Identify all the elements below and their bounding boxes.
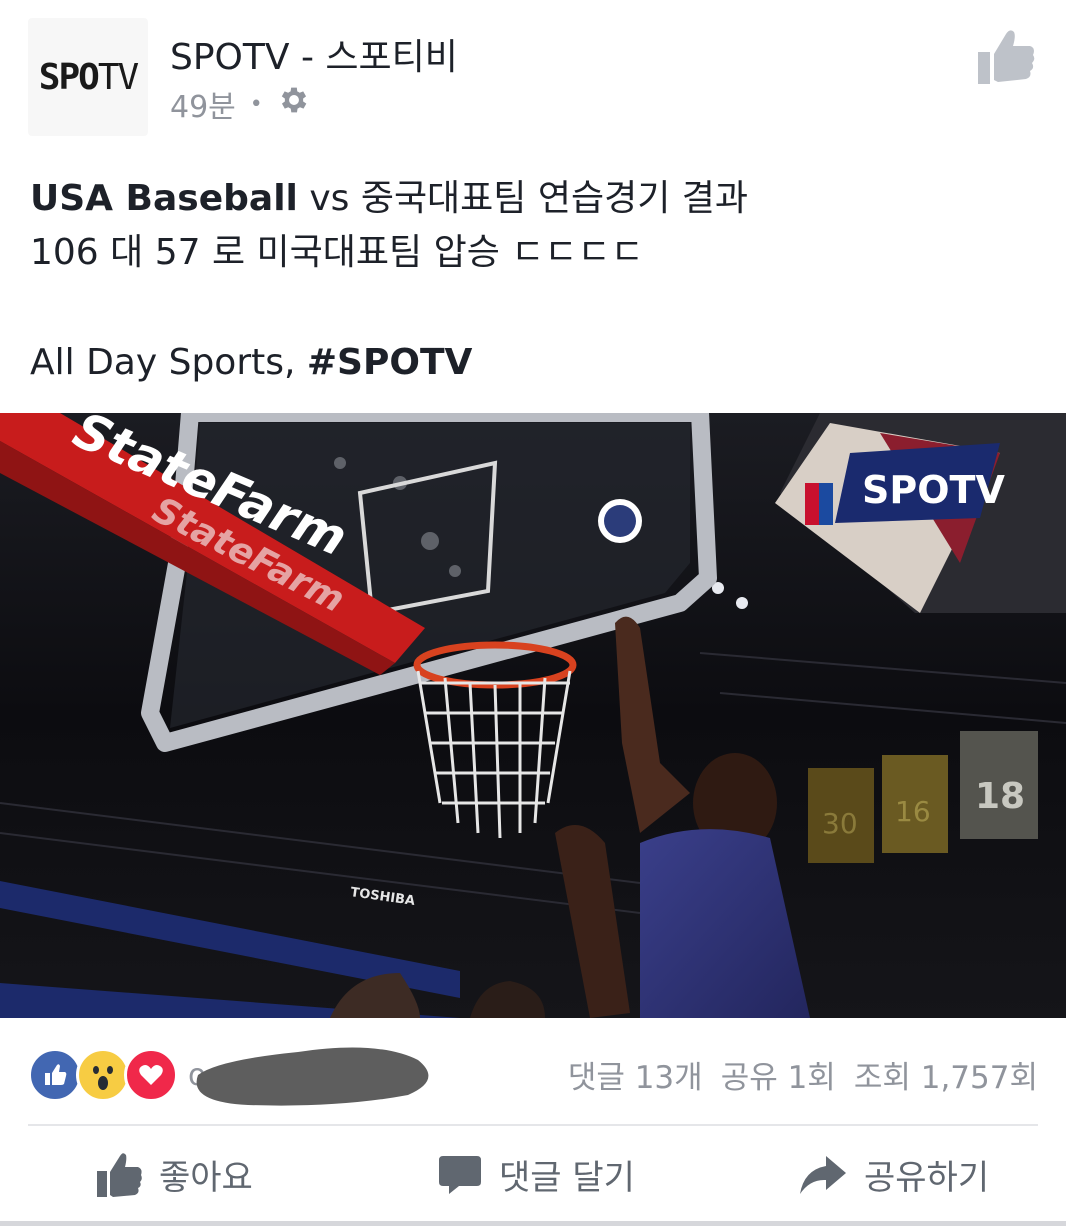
like-page-icon[interactable]: [976, 26, 1036, 88]
comment-count[interactable]: 댓글 13개: [568, 1052, 703, 1097]
comment-label: 댓글 달기: [499, 1158, 635, 1198]
jersey-number: 18: [975, 776, 1025, 817]
wow-reaction-icon: [76, 1048, 130, 1102]
engagement-counts[interactable]: 댓글 13개 공유 1회 조회 1,757회: [568, 1052, 1038, 1097]
post-tagline: All Day Sports,: [30, 342, 307, 383]
page-name-link[interactable]: SPOTV - 스포티비: [170, 28, 458, 80]
post-line-3: All Day Sports, #SPOTV: [30, 336, 1030, 390]
post-title-bold: USA Baseball: [30, 178, 298, 219]
share-count[interactable]: 공유 1회: [721, 1052, 836, 1097]
post-meta: 49분 •: [170, 82, 311, 126]
hashtag-link[interactable]: #SPOTV: [307, 342, 473, 383]
action-bar: 좋아요 댓글 달기 공유하기: [0, 1130, 1066, 1220]
avatar-logo: SPOTV: [38, 56, 139, 98]
post-title-rest: vs 중국대표팀 연습경기 결과: [297, 178, 749, 219]
thumbs-up-icon: [97, 1152, 142, 1197]
page-avatar[interactable]: SPOTV: [28, 18, 148, 136]
post-header: SPOTV SPOTV - 스포티비 49분 •: [0, 0, 1066, 150]
post-message: USA Baseball vs 중국대표팀 연습경기 결과 106 대 57 로…: [30, 172, 1030, 390]
like-button[interactable]: 좋아요: [95, 1150, 253, 1199]
share-button[interactable]: 공유하기: [798, 1150, 989, 1199]
like-label: 좋아요: [159, 1158, 253, 1198]
post-line-2: 106 대 57 로 미국대표팀 압승 ㄷㄷㄷㄷ: [30, 232, 644, 273]
reaction-icons[interactable]: [28, 1048, 178, 1102]
comment-icon: [439, 1155, 481, 1194]
like-reaction-icon: [28, 1048, 82, 1102]
post-timestamp[interactable]: 49분: [170, 82, 236, 126]
view-count: 조회 1,757회: [853, 1060, 1038, 1096]
post-line-1: USA Baseball vs 중국대표팀 연습경기 결과: [30, 172, 1030, 226]
divider: [28, 1124, 1038, 1126]
redacted-names: o: [188, 1040, 448, 1110]
video-player[interactable]: 30 16 18 TOSHIBA SPOTV StateFarm StateFa…: [0, 413, 1066, 1018]
reactions-bar: o 댓글 13개 공유 1회 조회 1,757회: [28, 1040, 1038, 1106]
meta-separator: •: [249, 91, 263, 117]
share-arrow-icon: [800, 1155, 846, 1194]
watermark-text: SPOTV: [862, 468, 1005, 512]
share-label: 공유하기: [864, 1158, 990, 1198]
love-reaction-icon: [124, 1048, 178, 1102]
jersey-number: 30: [822, 807, 858, 840]
bottom-border: [0, 1221, 1066, 1226]
comment-button[interactable]: 댓글 달기: [437, 1150, 635, 1199]
jersey-number: 16: [895, 795, 931, 828]
gear-icon[interactable]: [277, 83, 311, 125]
